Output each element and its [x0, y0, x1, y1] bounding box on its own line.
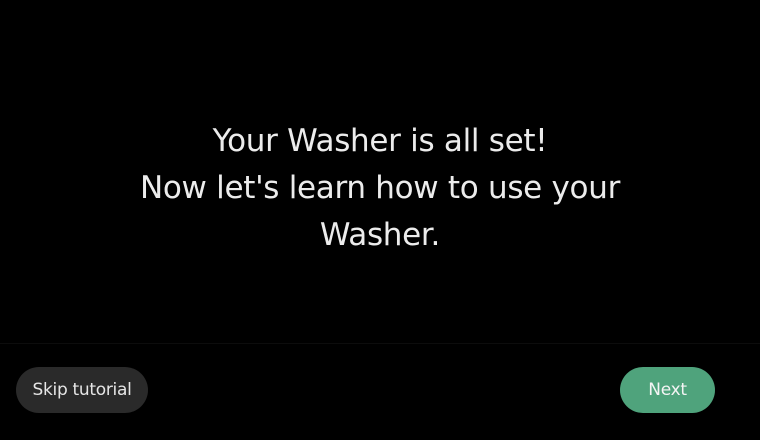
- next-button[interactable]: Next: [620, 367, 715, 413]
- message-line-1: Your Washer is all set!: [212, 123, 548, 159]
- message-line-2: Now let's learn how to use your: [139, 170, 621, 206]
- footer-divider: [0, 343, 760, 344]
- setup-complete-message: Your Washer is all set! Now let's learn …: [0, 118, 760, 259]
- message-line-3: Washer.: [319, 217, 441, 253]
- tutorial-screen: Your Washer is all set! Now let's learn …: [0, 0, 760, 440]
- skip-tutorial-button[interactable]: Skip tutorial: [16, 367, 148, 413]
